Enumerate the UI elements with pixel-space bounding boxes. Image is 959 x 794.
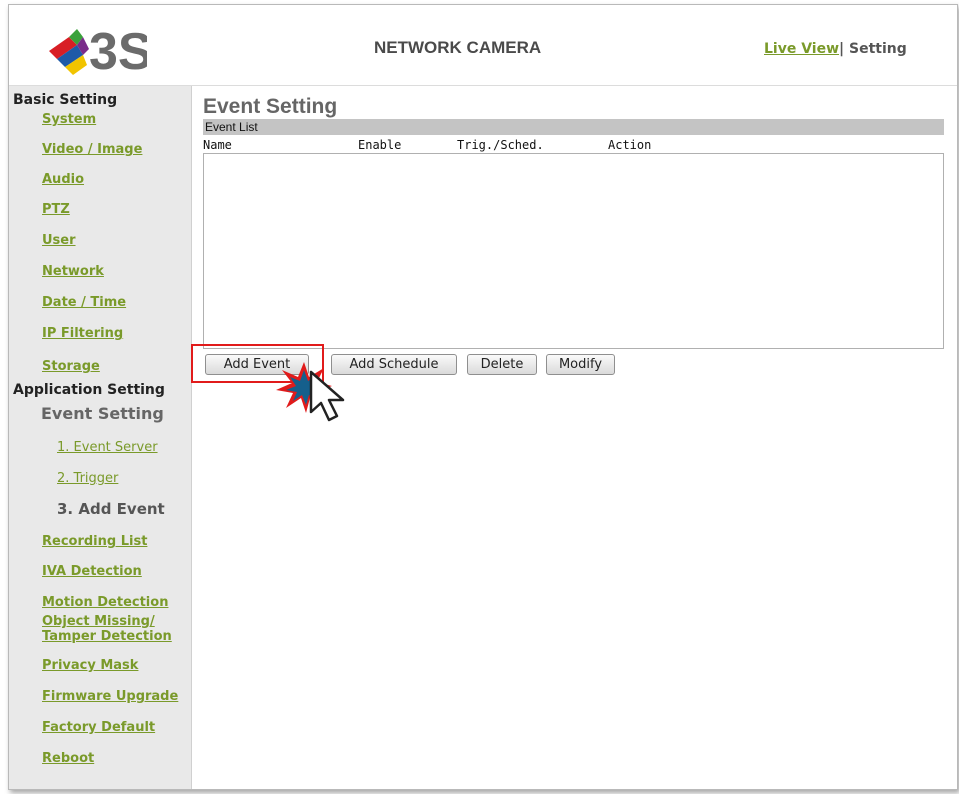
sidebar-item-reboot[interactable]: Reboot [42, 751, 94, 766]
sidebar-item-ip-filtering[interactable]: IP Filtering [42, 326, 123, 341]
live-view-link[interactable]: Live View [764, 41, 839, 57]
sidebar-item-audio[interactable]: Audio [42, 172, 84, 187]
sidebar-item-event-server[interactable]: 1. Event Server [57, 440, 158, 455]
top-separator: | [839, 41, 845, 57]
object-missing-line1: Object Missing/ [42, 614, 155, 629]
sidebar-item-network[interactable]: Network [42, 264, 104, 279]
sidebar-item-trigger[interactable]: 2. Trigger [57, 471, 118, 486]
sidebar-item-storage[interactable]: Storage [42, 359, 100, 374]
camera-title: NETWORK CAMERA [374, 38, 542, 57]
top-links: Live View| Setting [764, 41, 907, 57]
sidebar-item-privacy-mask[interactable]: Privacy Mask [42, 658, 138, 673]
sidebar-item-motion-detection[interactable]: Motion Detection [42, 595, 168, 610]
page-frame: 3S NETWORK CAMERA Live View| Setting Bas… [8, 4, 958, 790]
basic-setting-heading: Basic Setting [13, 92, 118, 108]
sidebar-item-system[interactable]: System [42, 112, 96, 127]
sidebar-item-recording-list[interactable]: Recording List [42, 534, 147, 549]
page-title: Event Setting [203, 95, 338, 118]
application-setting-heading: Application Setting [13, 382, 165, 398]
sidebar-item-object-missing[interactable]: Object Missing/ Tamper Detection [42, 614, 172, 644]
column-header-name: Name [203, 138, 232, 152]
sidebar-item-ptz[interactable]: PTZ [42, 202, 70, 217]
setting-link[interactable]: Setting [849, 41, 907, 57]
modify-button[interactable]: Modify [546, 354, 615, 375]
column-header-trig-sched: Trig./Sched. [457, 138, 544, 152]
event-list-box[interactable] [203, 153, 944, 349]
logo-icon: 3S [49, 23, 147, 77]
column-header-enable: Enable [358, 138, 402, 152]
column-header-action: Action [608, 138, 652, 152]
sidebar: Basic Setting System Video / Image Audio… [9, 86, 192, 789]
svg-text:3S: 3S [89, 23, 147, 77]
cursor-arrow-icon [309, 370, 345, 422]
header: 3S NETWORK CAMERA Live View| Setting [9, 5, 957, 85]
sidebar-item-video-image[interactable]: Video / Image [42, 142, 142, 157]
delete-button[interactable]: Delete [467, 354, 537, 375]
event-setting-section: Event Setting [41, 404, 164, 423]
sidebar-item-date-time[interactable]: Date / Time [42, 295, 126, 310]
sidebar-item-add-event-current: 3. Add Event [57, 500, 165, 518]
sidebar-item-user[interactable]: User [42, 233, 76, 248]
object-missing-line2: Tamper Detection [42, 629, 172, 644]
event-list-label: Event List [203, 119, 944, 135]
sidebar-item-iva-detection[interactable]: IVA Detection [42, 564, 142, 579]
sidebar-item-firmware-upgrade[interactable]: Firmware Upgrade [42, 689, 178, 704]
sidebar-item-factory-default[interactable]: Factory Default [42, 720, 155, 735]
